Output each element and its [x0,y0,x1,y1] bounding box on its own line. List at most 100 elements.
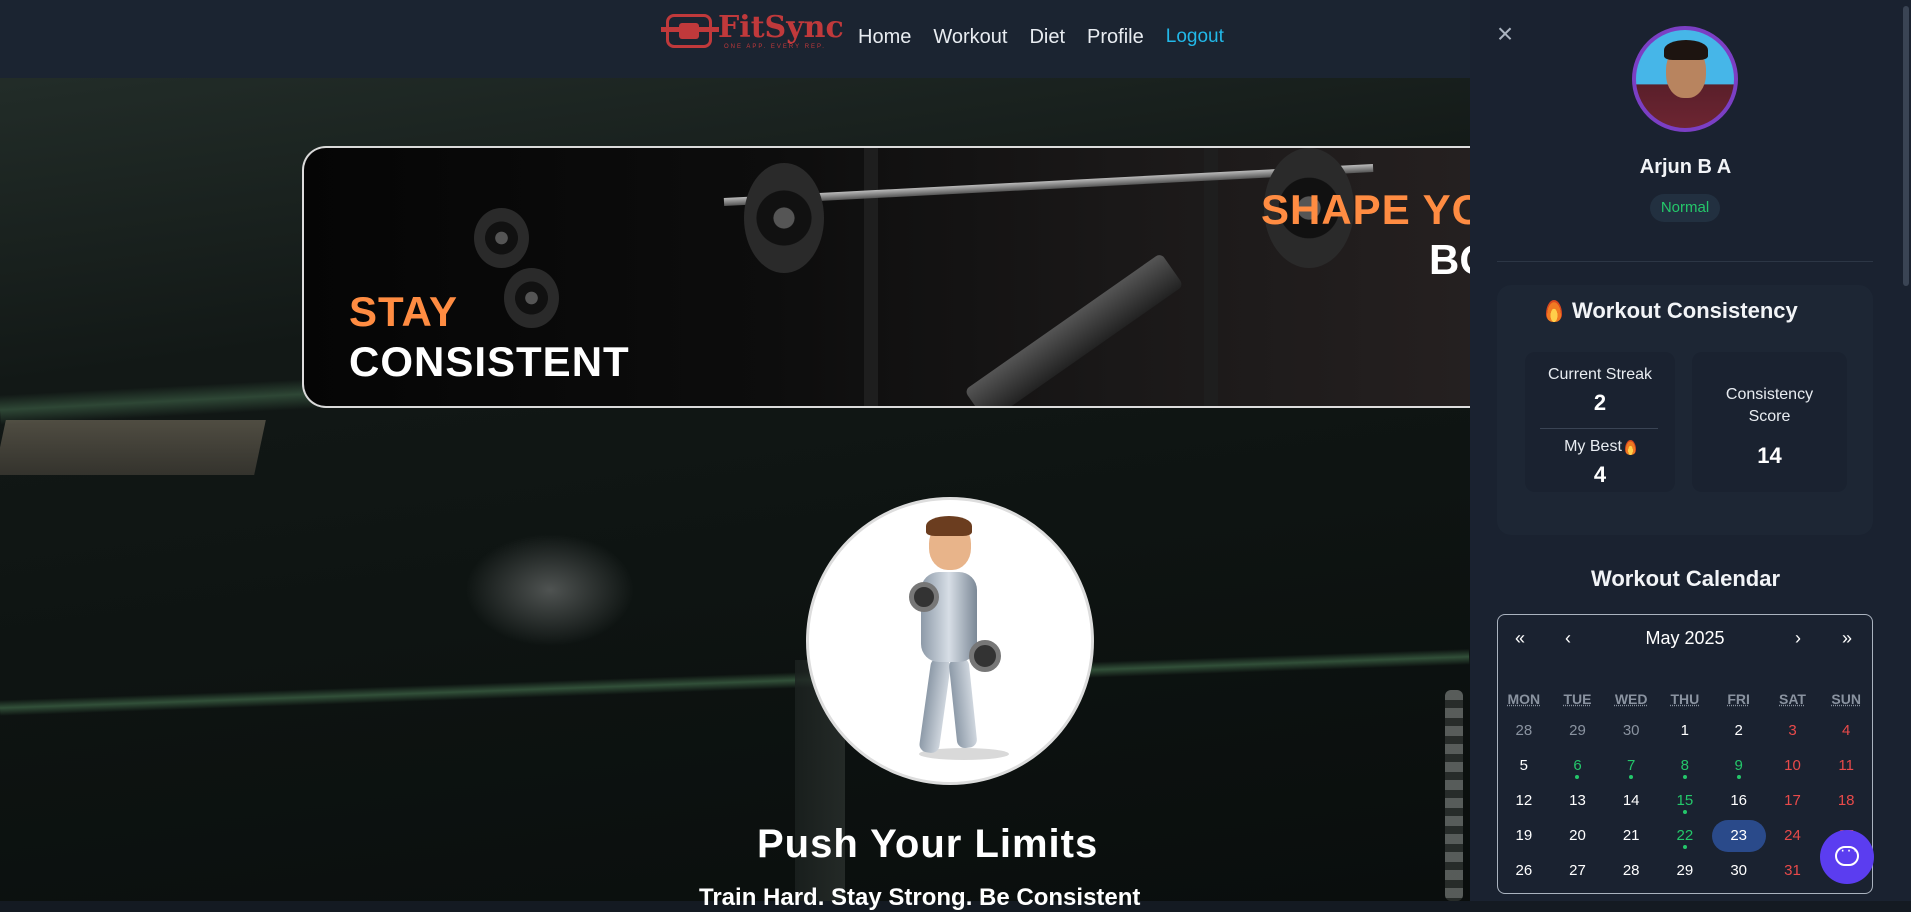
gym-background [0,0,1470,901]
calendar-day[interactable]: 29 [1658,853,1712,888]
best-streak-value: 4 [1593,462,1607,487]
bg-plank [0,420,266,475]
calendar-day[interactable]: 5 [1497,748,1551,783]
banner-consistent: CONSISTENT [349,338,630,385]
calendar-day[interactable]: 13 [1551,783,1605,818]
bench [964,252,1184,406]
nav-profile[interactable]: Profile [1087,26,1144,49]
calendar-day[interactable]: 30 [1604,713,1658,748]
score-label-1: Consistency [1725,386,1814,403]
flame-icon [1624,439,1636,455]
score-label-2: Score [1748,408,1791,425]
calendar-day[interactable]: 28 [1604,853,1658,888]
banner-shape: SHAPE YO [1261,186,1472,233]
weekday-header: SUN [1831,691,1861,707]
calendar-day[interactable]: 9 [1712,748,1766,783]
weekday-header: THU [1670,691,1700,707]
calendar-day[interactable]: 14 [1604,783,1658,818]
hero-subtitle: Train Hard. Stay Strong. Be Consistent [699,884,1141,911]
calendar-day[interactable]: 17 [1766,783,1820,818]
nav-home[interactable]: Home [858,26,911,49]
calendar-day[interactable]: 16 [1712,783,1766,818]
mascot-leg [948,657,978,749]
mascot-hair [926,516,972,536]
banner-stay: STAY [349,288,459,335]
current-streak-label: Current Streak [1547,366,1653,383]
weekday-header: WED [1614,691,1648,707]
calendar-day[interactable]: 21 [1604,818,1658,853]
calendar-day[interactable]: 3 [1766,713,1820,748]
chat-icon [1835,842,1859,866]
logo-icon [661,14,719,48]
best-streak-label: My Best [1564,438,1622,455]
consistency-score-value: 14 [1757,443,1782,468]
nav-diet[interactable]: Diet [1029,26,1065,49]
banner-body: BO [1429,236,1472,283]
calendar-grid: MON TUE WED THU FRI SAT SUN 28 29 30 1 2 3 4 5 6 7 8 9 10 11… [1497,685,1873,888]
calendar-day[interactable]: 18 [1819,783,1873,818]
calendar-day[interactable]: 22 [1658,818,1712,853]
weight-plate [504,268,559,328]
nav-links: Home Workout Diet Profile Logout [858,26,1224,49]
chat-button[interactable] [1820,830,1874,884]
nav-workout[interactable]: Workout [933,26,1007,49]
calendar-day[interactable]: 11 [1819,748,1873,783]
weekday-header: MON [1507,691,1541,707]
calendar-day[interactable]: 24 [1766,818,1820,853]
dumbbell-icon [969,640,1001,672]
avatar-hair [1664,40,1708,60]
weight-plate [744,163,824,273]
bmi-status-badge: Normal [1650,194,1720,222]
calendar-day[interactable]: 19 [1497,818,1551,853]
best-streak-label-wrap: My Best [1525,438,1675,456]
calendar-day[interactable]: 31 [1766,853,1820,888]
rack-post [864,148,878,406]
calendar-day[interactable]: 12 [1497,783,1551,818]
mascot-image [806,497,1094,785]
mascot-leg [918,657,952,754]
logo-text: FitSync [718,10,844,45]
hero-banner: STAY CONSISTENT SHAPE YO BO [302,146,1472,408]
weekday-header: FRI [1727,691,1750,707]
bg-chain [1445,690,1463,901]
weight-plate [474,208,529,268]
panel-scroll-thumb[interactable] [1903,6,1909,286]
calendar-day[interactable]: 2 [1712,713,1766,748]
flame-icon [1546,300,1562,322]
next-month-button[interactable]: › [1795,628,1801,649]
current-streak-value: 2 [1593,390,1607,415]
calendar-day[interactable]: 15 [1658,783,1712,818]
panel-divider [1497,261,1873,262]
calendar-day[interactable]: 26 [1497,853,1551,888]
streak-separator [1540,428,1658,429]
logo-tagline: ONE APP. EVERY REP. [724,44,826,50]
consistency-title-text: Workout Consistency [1572,298,1798,323]
calendar-day[interactable]: 1 [1658,713,1712,748]
calendar-day[interactable]: 8 [1658,748,1712,783]
calendar-day[interactable]: 29 [1551,713,1605,748]
nav-logout[interactable]: Logout [1166,26,1224,49]
next-year-button[interactable]: » [1842,628,1852,649]
calendar-day[interactable]: 23 [1711,818,1766,853]
calendar-day[interactable]: 28 [1497,713,1551,748]
calendar-month-label[interactable]: May 2025 [1497,628,1873,649]
weekday-header: SAT [1779,691,1806,707]
consistency-title: Workout Consistency [1546,298,1798,324]
bg-beam [0,648,1470,716]
calendar-day[interactable]: 30 [1712,853,1766,888]
fitsync-logo[interactable]: FitSync ONE APP. EVERY REP. [661,10,844,50]
top-navbar: FitSync ONE APP. EVERY REP. Home Workout… [0,0,1470,78]
hero-title: Push Your Limits [757,822,1099,866]
username: Arjun B A [1639,156,1732,178]
calendar-day[interactable]: 7 [1604,748,1658,783]
calendar-day[interactable]: 27 [1551,853,1605,888]
calendar-day[interactable]: 4 [1819,713,1873,748]
weekday-header: TUE [1563,691,1592,707]
calendar-day[interactable]: 6 [1551,748,1605,783]
dumbbell-icon [909,582,939,612]
avatar [1632,26,1738,132]
close-icon[interactable]: × [1493,20,1517,48]
calendar-day[interactable]: 20 [1551,818,1605,853]
calendar-day[interactable]: 10 [1766,748,1820,783]
calendar-title: Workout Calendar [1590,566,1781,591]
